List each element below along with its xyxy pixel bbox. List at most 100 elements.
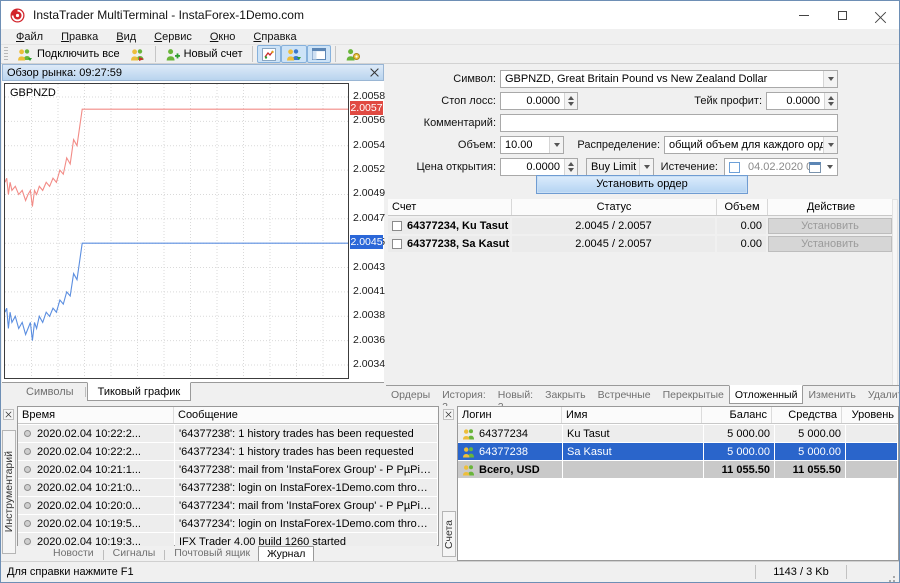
- stop-loss-field[interactable]: 0.0000: [500, 92, 578, 110]
- take-profit-field[interactable]: 0.0000: [766, 92, 838, 110]
- volume-select[interactable]: 10.00: [500, 136, 564, 154]
- spinner-arrows-icon[interactable]: [824, 93, 837, 109]
- total-equity-cell: 11 055.50: [775, 461, 845, 478]
- menu-window[interactable]: Окно: [201, 31, 245, 43]
- new-account-label: Новый счет: [184, 48, 243, 60]
- account-checkbox[interactable]: [392, 239, 402, 249]
- tab-tick-chart[interactable]: Тиковый график: [87, 382, 192, 401]
- column-header-name[interactable]: Имя: [562, 407, 702, 423]
- volume-cell: 0.00: [717, 236, 766, 252]
- chevron-down-icon[interactable]: [549, 137, 563, 153]
- menu-file[interactable]: Файл: [7, 31, 52, 43]
- expert-settings-button[interactable]: [340, 45, 365, 63]
- scrollbar[interactable]: [892, 199, 898, 387]
- chevron-down-icon[interactable]: [823, 71, 837, 87]
- tab-counter[interactable]: Встречные: [593, 386, 656, 403]
- symbol-select[interactable]: GBPNZD, Great Britain Pound vs New Zeala…: [500, 70, 838, 88]
- calendar-icon[interactable]: [809, 162, 821, 173]
- journal-row[interactable]: 2020.02.04 10:19:5... '64377234': login …: [18, 515, 438, 532]
- comment-input[interactable]: [500, 114, 838, 132]
- order-type-select[interactable]: Buy Limit: [586, 158, 654, 176]
- journal-row[interactable]: 2020.02.04 10:21:0... '64377238': login …: [18, 479, 438, 496]
- symbol-value: GBPNZD, Great Britain Pound vs New Zeala…: [501, 73, 823, 85]
- market-watch-header[interactable]: Обзор рынка: 09:27:59: [2, 64, 384, 81]
- journal-row[interactable]: 2020.02.04 10:22:2... '64377238': 1 hist…: [18, 425, 438, 442]
- menu-edit[interactable]: Правка: [52, 31, 107, 43]
- price-axis-label: 2.0054: [353, 139, 383, 151]
- column-header-time[interactable]: Время: [18, 407, 174, 423]
- account-checkbox[interactable]: [392, 221, 402, 231]
- menu-help[interactable]: Справка: [244, 31, 305, 43]
- spinner-arrows-icon[interactable]: [564, 159, 577, 175]
- column-header-level[interactable]: Уровень: [842, 407, 898, 423]
- column-header-balance[interactable]: Баланс: [702, 407, 772, 423]
- market-watch-toggle[interactable]: [257, 45, 281, 63]
- expiration-checkbox[interactable]: [729, 162, 740, 173]
- tab-orders[interactable]: Ордеры: [386, 386, 435, 403]
- minimize-button[interactable]: [785, 1, 823, 29]
- toolbox-vertical-tab[interactable]: Инструментарий: [2, 430, 16, 554]
- toolbar-grip[interactable]: [4, 47, 8, 61]
- account-row[interactable]: 64377234 Ku Tasut 5 000.00 5 000.00: [458, 425, 898, 442]
- column-header-account[interactable]: Счет: [388, 199, 512, 215]
- toolbox-close-button[interactable]: [3, 409, 14, 420]
- accounts-side-strip: Счета: [441, 406, 457, 561]
- tab-mailbox[interactable]: Почтовый ящик: [166, 546, 258, 560]
- open-price-field[interactable]: 0.0000: [500, 158, 578, 176]
- menu-service[interactable]: Сервис: [145, 31, 201, 43]
- total-level-cell: [846, 461, 897, 478]
- tick-chart[interactable]: GBPNZD 2.00582.00562.00542.00522.00492.0…: [2, 81, 384, 382]
- new-account-button[interactable]: Новый счет: [160, 45, 248, 63]
- column-header-equity[interactable]: Средства: [772, 407, 842, 423]
- total-spacer: [563, 461, 703, 478]
- journal-row[interactable]: 2020.02.04 10:22:2... '64377234': 1 hist…: [18, 443, 438, 460]
- chevron-down-icon[interactable]: [823, 137, 837, 153]
- order-table-row[interactable]: 64377234, Ku Tasut 2.0045 / 2.0057 0.00 …: [388, 218, 894, 234]
- disconnect-button[interactable]: [125, 45, 151, 63]
- resize-grip-icon[interactable]: [893, 576, 895, 578]
- toolbox-toggle[interactable]: [307, 45, 331, 63]
- tab-journal[interactable]: Журнал: [258, 546, 314, 562]
- connect-all-button[interactable]: Подключить все: [12, 45, 125, 63]
- tab-signals[interactable]: Сигналы: [105, 546, 164, 560]
- distribution-select[interactable]: общий объем для каждого ордера: [664, 136, 838, 154]
- symbol-label: Символ:: [386, 70, 496, 88]
- message-cell: '64377238': login on InstaForex-1Demo.co…: [179, 480, 433, 496]
- chevron-down-icon[interactable]: [639, 159, 653, 175]
- account-row-selected[interactable]: 64377238 Sa Kasut 5 000.00 5 000.00: [458, 443, 898, 460]
- column-header-message[interactable]: Сообщение: [174, 407, 438, 423]
- accounts-toggle[interactable]: [281, 45, 307, 63]
- column-header-login[interactable]: Логин: [458, 407, 562, 423]
- place-order-button[interactable]: Установить ордер: [536, 175, 748, 194]
- price-axis-label: 2.0049: [353, 187, 383, 199]
- spinner-arrows-icon[interactable]: [564, 93, 577, 109]
- tab-pending[interactable]: Отложенный: [729, 385, 804, 404]
- set-order-button[interactable]: Установить: [768, 236, 892, 252]
- column-header-volume[interactable]: Объем: [717, 199, 768, 215]
- tab-close[interactable]: Закрыть: [540, 386, 590, 403]
- tab-symbols[interactable]: Символы: [16, 383, 84, 400]
- market-watch-close-icon[interactable]: [370, 68, 379, 77]
- journal-row[interactable]: 2020.02.04 10:21:1... '64377238': mail f…: [18, 461, 438, 478]
- journal-row[interactable]: 2020.02.04 10:20:0... '64377234': mail f…: [18, 497, 438, 514]
- set-order-button[interactable]: Установить: [768, 218, 892, 234]
- open-price-label: Цена открытия:: [386, 158, 496, 176]
- accounts-vertical-tab[interactable]: Счета: [442, 511, 456, 557]
- order-table-row[interactable]: 64377238, Sa Kasut 2.0045 / 2.0057 0.00 …: [388, 236, 894, 252]
- tab-modify[interactable]: Изменить: [803, 386, 860, 403]
- tab-overlapped[interactable]: Перекрытые: [658, 386, 729, 403]
- column-header-status[interactable]: Статус: [512, 199, 717, 215]
- close-button[interactable]: [861, 1, 899, 29]
- menu-view[interactable]: Вид: [107, 31, 145, 43]
- accounts-group-icon: [462, 464, 475, 476]
- chevron-down-icon[interactable]: [823, 159, 837, 175]
- maximize-button[interactable]: [823, 1, 861, 29]
- accounts-close-button[interactable]: [443, 409, 454, 420]
- market-watch-tabs: Символы Тиковый график: [2, 382, 384, 404]
- expiration-field[interactable]: 04.02.2020 09:37: [724, 158, 838, 176]
- column-header-action[interactable]: Действие: [768, 199, 894, 215]
- tab-news[interactable]: Новости: [45, 546, 102, 560]
- tab-delete[interactable]: Удалить: [863, 386, 900, 403]
- account-cell: 64377234, Ku Tasut: [407, 218, 508, 234]
- message-cell: '64377238': mail from 'InstaForex Group'…: [179, 462, 433, 478]
